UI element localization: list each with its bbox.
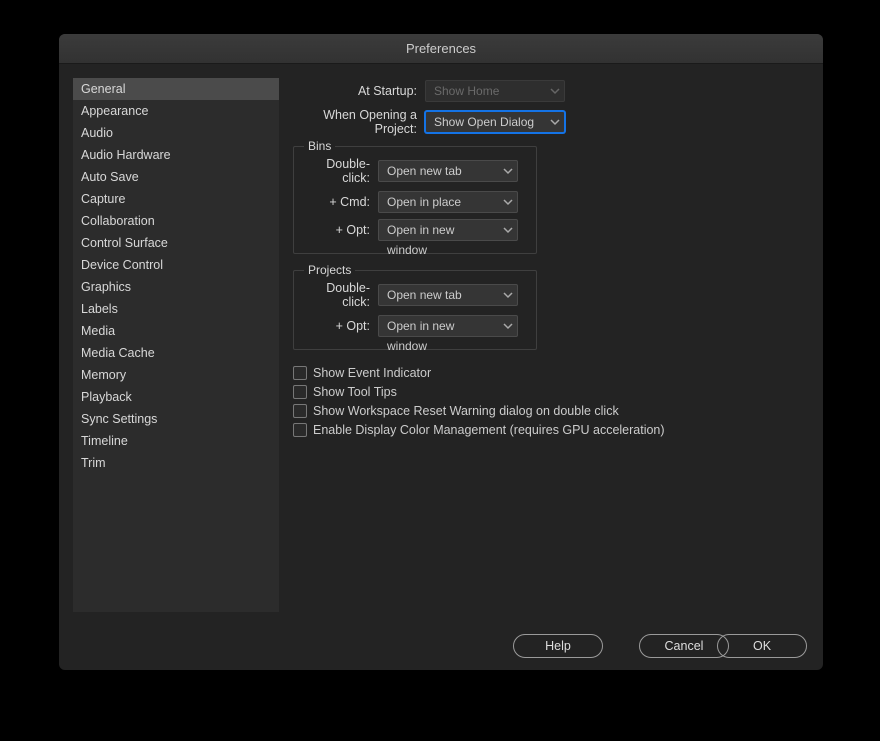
sidebar-item-collaboration[interactable]: Collaboration	[73, 210, 279, 232]
chevron-down-icon	[550, 118, 560, 126]
enable-color-management-row[interactable]: Enable Display Color Management (require…	[293, 423, 809, 437]
sidebar-item-control-surface[interactable]: Control Surface	[73, 232, 279, 254]
sidebar-item-general[interactable]: General	[73, 78, 279, 100]
at-startup-label: At Startup:	[293, 84, 425, 98]
bins-double-click-row: Double-click: Open new tab	[306, 157, 524, 185]
bins-opt-row: + Opt: Open in new window	[306, 219, 524, 241]
when-opening-value: Show Open Dialog	[434, 115, 534, 129]
chevron-down-icon	[503, 291, 513, 299]
sidebar-item-capture[interactable]: Capture	[73, 188, 279, 210]
bins-double-click-label: Double-click:	[306, 157, 378, 185]
sidebar-item-timeline[interactable]: Timeline	[73, 430, 279, 452]
at-startup-value: Show Home	[434, 84, 499, 98]
when-opening-label: When Opening a Project:	[293, 108, 425, 136]
checkbox-label: Show Tool Tips	[313, 385, 397, 399]
dropdown-value: Open new tab	[387, 288, 462, 302]
checkbox-label: Show Workspace Reset Warning dialog on d…	[313, 404, 619, 418]
projects-opt-label: + Opt:	[306, 319, 378, 333]
when-opening-dropdown[interactable]: Show Open Dialog	[425, 111, 565, 133]
sidebar-item-memory[interactable]: Memory	[73, 364, 279, 386]
chevron-down-icon	[550, 87, 560, 95]
sidebar-item-labels[interactable]: Labels	[73, 298, 279, 320]
chevron-down-icon	[503, 198, 513, 206]
projects-double-click-row: Double-click: Open new tab	[306, 281, 524, 309]
preferences-window: Preferences General Appearance Audio Aud…	[59, 34, 823, 670]
checkbox-icon[interactable]	[293, 404, 307, 418]
sidebar-item-playback[interactable]: Playback	[73, 386, 279, 408]
projects-double-click-dropdown[interactable]: Open new tab	[378, 284, 518, 306]
dropdown-value: Open in place	[387, 195, 461, 209]
chevron-down-icon	[503, 167, 513, 175]
bins-cmd-row: + Cmd: Open in place	[306, 191, 524, 213]
projects-opt-dropdown[interactable]: Open in new window	[378, 315, 518, 337]
sidebar-item-auto-save[interactable]: Auto Save	[73, 166, 279, 188]
projects-double-click-label: Double-click:	[306, 281, 378, 309]
chevron-down-icon	[503, 226, 513, 234]
show-event-indicator-row[interactable]: Show Event Indicator	[293, 366, 809, 380]
ok-button[interactable]: OK	[717, 634, 807, 658]
bins-double-click-dropdown[interactable]: Open new tab	[378, 160, 518, 182]
window-body: General Appearance Audio Audio Hardware …	[59, 64, 823, 622]
sidebar-item-media[interactable]: Media	[73, 320, 279, 342]
sidebar: General Appearance Audio Audio Hardware …	[73, 78, 279, 612]
projects-group-title: Projects	[304, 263, 355, 277]
bins-cmd-label: + Cmd:	[306, 195, 378, 209]
dropdown-value: Open in new window	[387, 223, 454, 257]
sidebar-item-sync-settings[interactable]: Sync Settings	[73, 408, 279, 430]
help-button[interactable]: Help	[513, 634, 603, 658]
dropdown-value: Open new tab	[387, 164, 462, 178]
checkbox-label: Show Event Indicator	[313, 366, 431, 380]
projects-opt-row: + Opt: Open in new window	[306, 315, 524, 337]
sidebar-item-audio-hardware[interactable]: Audio Hardware	[73, 144, 279, 166]
checkbox-icon[interactable]	[293, 423, 307, 437]
main-panel: At Startup: Show Home When Opening a Pro…	[293, 78, 809, 622]
at-startup-dropdown: Show Home	[425, 80, 565, 102]
at-startup-row: At Startup: Show Home	[293, 80, 809, 102]
dropdown-value: Open in new window	[387, 319, 454, 353]
sidebar-item-media-cache[interactable]: Media Cache	[73, 342, 279, 364]
show-tool-tips-row[interactable]: Show Tool Tips	[293, 385, 809, 399]
sidebar-item-appearance[interactable]: Appearance	[73, 100, 279, 122]
sidebar-item-trim[interactable]: Trim	[73, 452, 279, 474]
cancel-button[interactable]: Cancel	[639, 634, 729, 658]
projects-group: Projects Double-click: Open new tab + Op…	[293, 270, 537, 350]
bins-cmd-dropdown[interactable]: Open in place	[378, 191, 518, 213]
sidebar-item-graphics[interactable]: Graphics	[73, 276, 279, 298]
window-title: Preferences	[59, 34, 823, 64]
bins-group: Bins Double-click: Open new tab + Cmd: O…	[293, 146, 537, 254]
when-opening-row: When Opening a Project: Show Open Dialog	[293, 108, 809, 136]
sidebar-item-audio[interactable]: Audio	[73, 122, 279, 144]
footer: Help Cancel OK	[59, 622, 823, 670]
bins-opt-dropdown[interactable]: Open in new window	[378, 219, 518, 241]
bins-group-title: Bins	[304, 139, 335, 153]
show-workspace-reset-row[interactable]: Show Workspace Reset Warning dialog on d…	[293, 404, 809, 418]
checkbox-icon[interactable]	[293, 385, 307, 399]
checkbox-icon[interactable]	[293, 366, 307, 380]
bins-opt-label: + Opt:	[306, 223, 378, 237]
checkbox-label: Enable Display Color Management (require…	[313, 423, 665, 437]
sidebar-item-device-control[interactable]: Device Control	[73, 254, 279, 276]
chevron-down-icon	[503, 322, 513, 330]
